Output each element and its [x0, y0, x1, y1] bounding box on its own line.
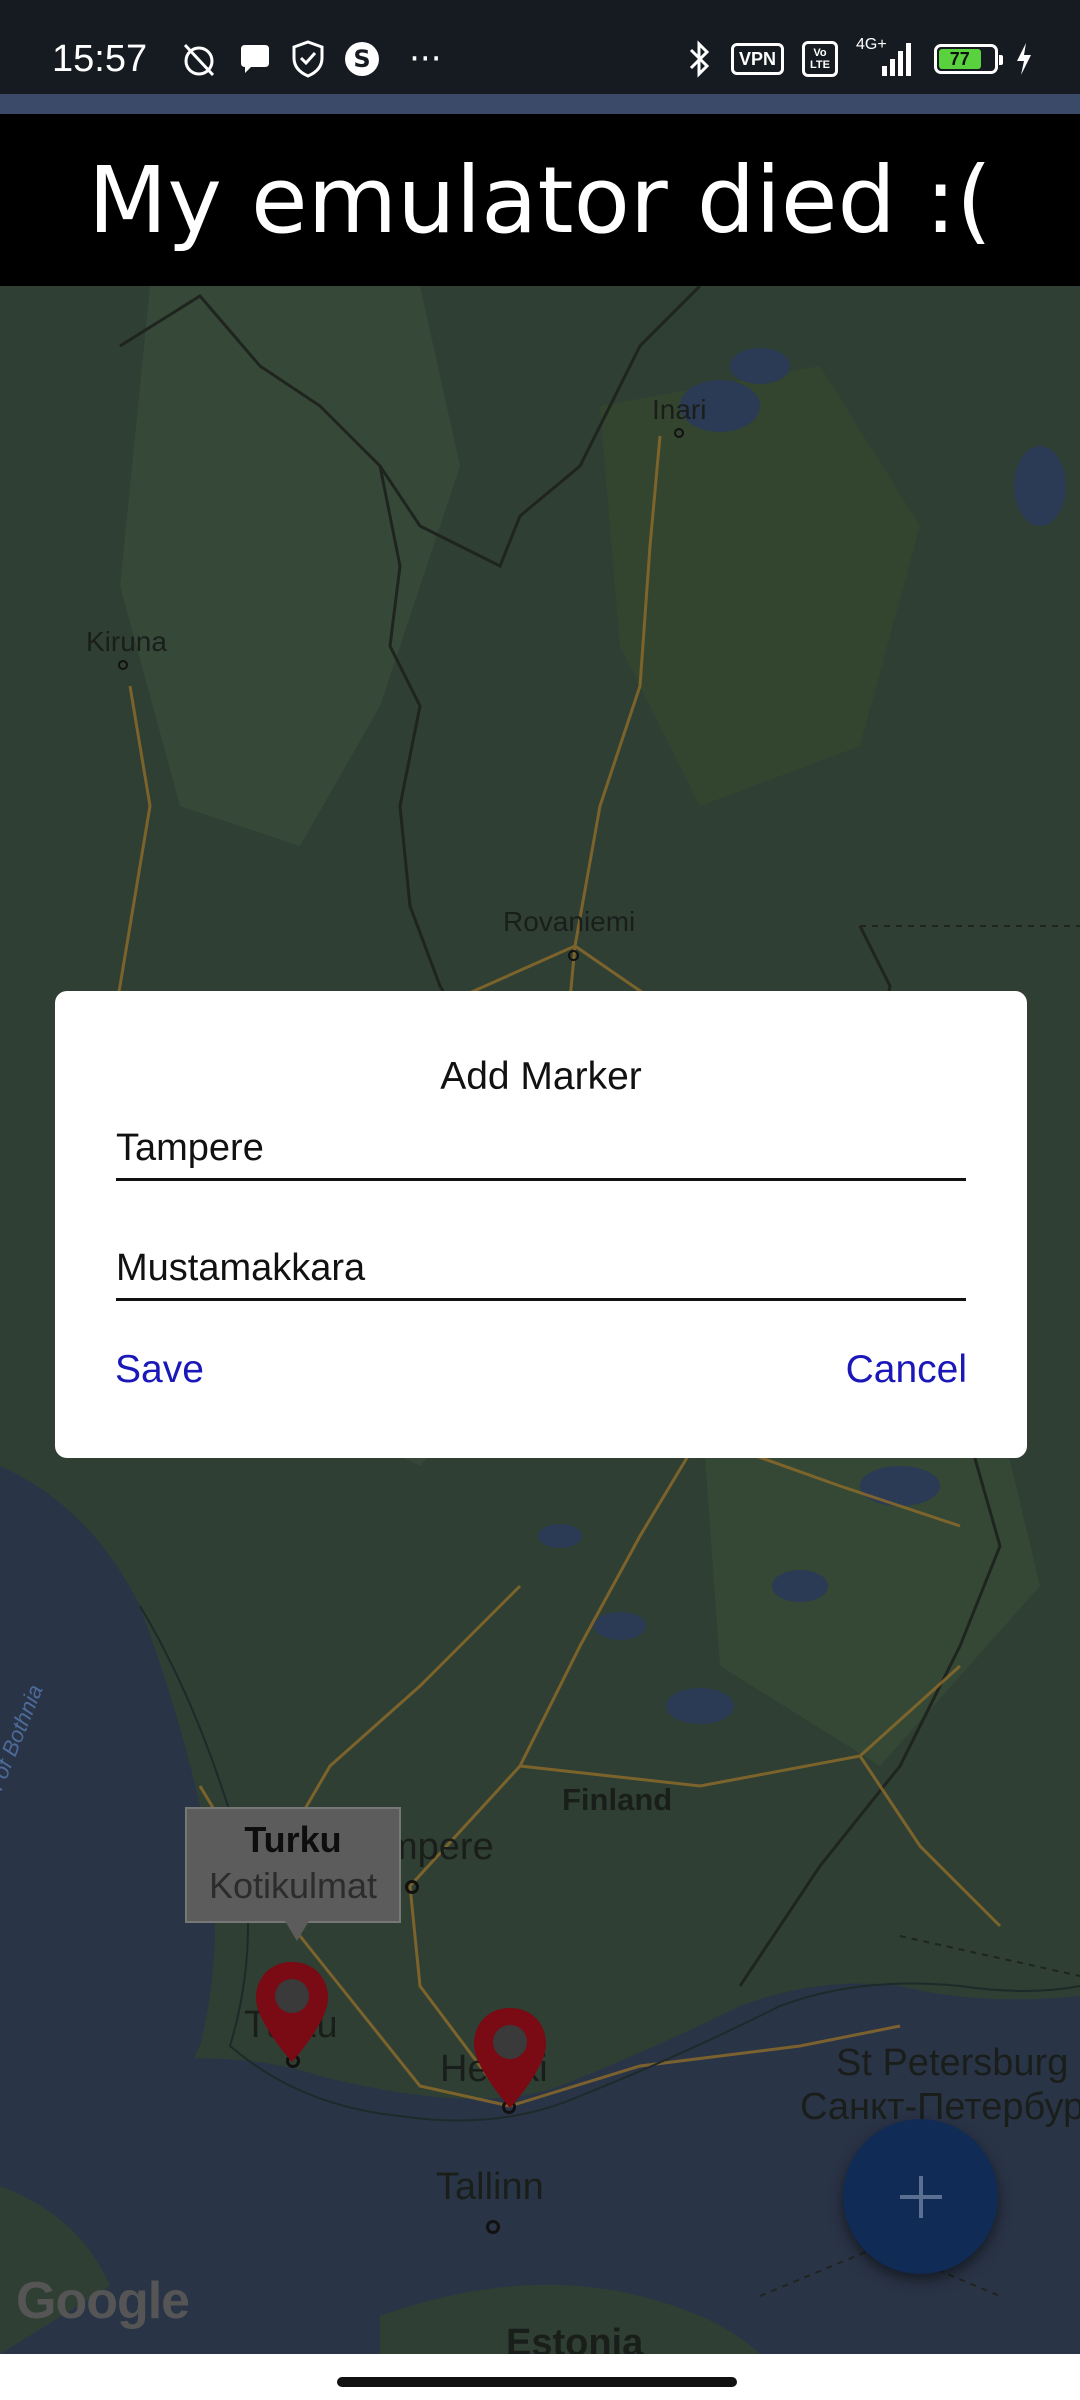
map-label-st-petersburg: St Petersburg [836, 2042, 1069, 2084]
map-label-rovaniemi: Rovaniemi [503, 906, 636, 937]
dialog-title: Add Marker [440, 1055, 642, 1098]
city-dot-kiruna [118, 660, 128, 670]
battery-icon: 77 [934, 44, 1003, 74]
charging-icon [1014, 41, 1034, 77]
chat-bubble-icon [237, 41, 273, 77]
battery-level: 77 [939, 49, 981, 69]
map-pin-icon [474, 2008, 546, 2108]
city-dot-rovaniemi [568, 950, 579, 961]
alarm-off-icon [179, 39, 219, 79]
svg-text:S: S [353, 45, 370, 73]
gesture-nav-bar [0, 2354, 1080, 2400]
add-marker-dialog: Add Marker Save Cancel [55, 991, 1027, 1458]
shield-check-icon [291, 40, 325, 78]
s-app-icon: S [343, 40, 381, 78]
status-time: 15:57 [52, 37, 148, 80]
save-button[interactable]: Save [115, 1348, 204, 1392]
status-left: 15:57 S ··· [52, 38, 442, 81]
map-pin-icon [256, 1962, 328, 2062]
add-marker-fab[interactable] [843, 2119, 998, 2274]
info-window-snippet: Kotikulmat [208, 1865, 378, 1906]
bluetooth-icon [687, 39, 713, 79]
marker-name-input[interactable] [116, 1119, 966, 1181]
vpn-icon: VPN [730, 43, 784, 75]
network-type-label: 4G+ [856, 36, 887, 53]
map-label-estonia: Estonia [506, 2322, 644, 2354]
banner: My emulator died :( [0, 114, 1080, 286]
city-dot-tampere [405, 1880, 419, 1894]
cancel-button[interactable]: Cancel [846, 1348, 967, 1392]
city-dot-tallinn [486, 2220, 500, 2234]
signal-icon: 4G+ [856, 36, 912, 78]
map-label-finland: Finland [562, 1782, 673, 1817]
map-label-inari: Inari [652, 394, 707, 425]
more-notifications-icon: ··· [409, 39, 442, 79]
map-label-kiruna: Kiruna [86, 626, 167, 657]
map-label-tallinn: Tallinn [436, 2166, 544, 2208]
plus-icon [899, 2175, 942, 2218]
marker-snippet-input[interactable] [116, 1239, 966, 1301]
map-marker-turku[interactable] [252, 1958, 332, 2072]
info-window-title: Turku [244, 1819, 342, 1860]
volte-icon: Vo LTE [802, 41, 838, 77]
status-right: VPN Vo LTE 4G+ 77 [669, 36, 1034, 79]
home-indicator[interactable] [337, 2377, 737, 2387]
city-dot-inari [674, 428, 684, 438]
map-label-tampere: mpere [386, 1826, 494, 1868]
google-logo: Google [16, 2272, 190, 2330]
map-strip [0, 94, 1080, 114]
map-marker-helsinki[interactable] [470, 2004, 550, 2118]
marker-info-window[interactable]: Turku Kotikulmat [185, 1807, 401, 1941]
